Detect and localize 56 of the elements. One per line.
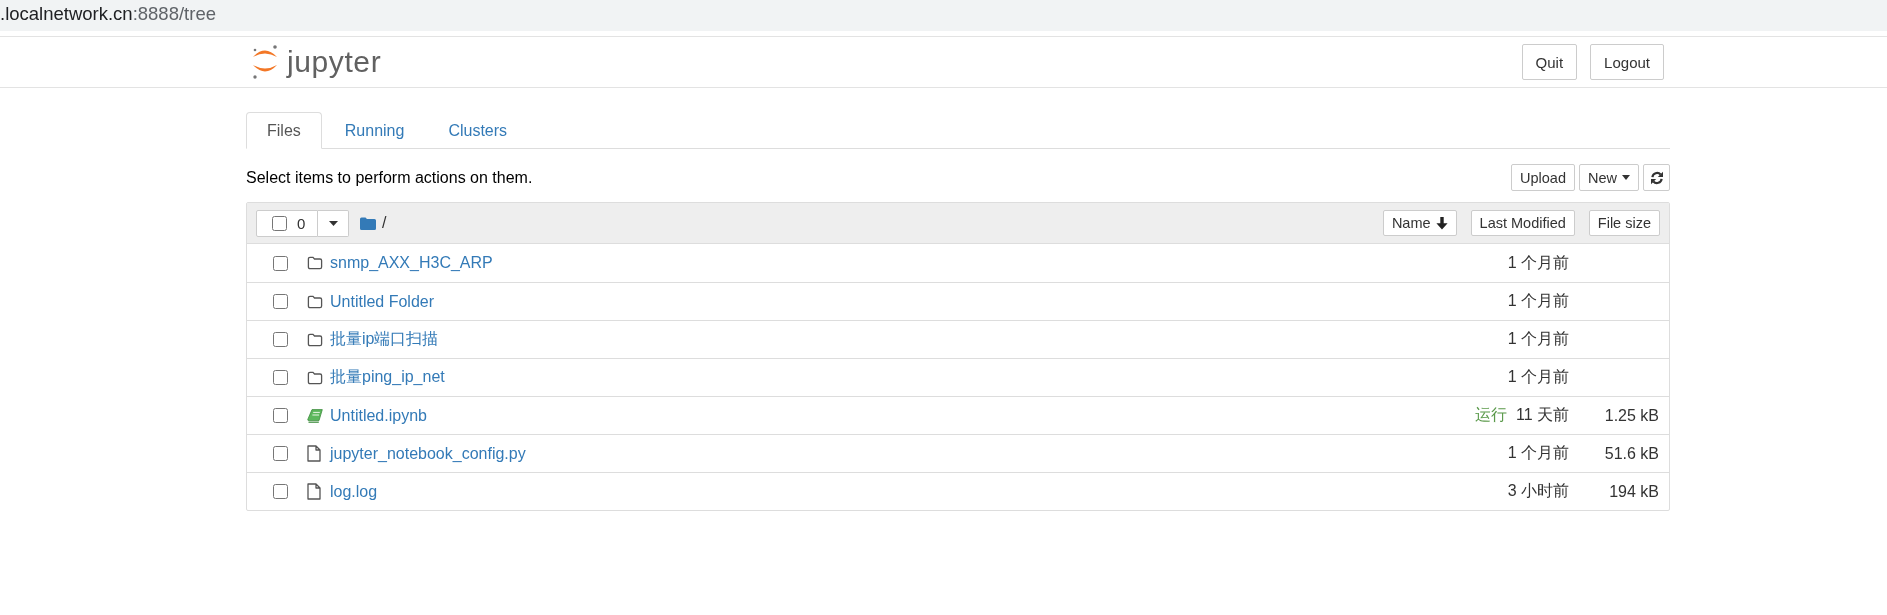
refresh-icon: [1649, 170, 1664, 185]
size-text: 1.25 kB: [1604, 406, 1659, 424]
hint-text: Select items to perform actions on them.: [246, 168, 533, 187]
tab[interactable]: Clusters: [427, 112, 529, 149]
quit-button[interactable]: Quit: [1521, 44, 1578, 80]
caret-icon: [1622, 175, 1630, 180]
checkbox[interactable]: [273, 370, 288, 385]
checkbox[interactable]: [272, 215, 287, 231]
path-text: /: [382, 214, 387, 232]
sort-button[interactable]: File size: [1588, 210, 1660, 236]
checkbox[interactable]: [273, 255, 288, 271]
folder-icon: [307, 370, 323, 385]
modified-text: 1 个月前: [1507, 443, 1569, 463]
modified-text: 1 个月前: [1507, 329, 1569, 349]
file-link[interactable]: 批量ping_ip_net: [330, 367, 445, 388]
modified-text: 1 个月前: [1507, 252, 1569, 273]
checkbox[interactable]: [273, 294, 288, 309]
checkbox[interactable]: [273, 332, 288, 347]
logout-button[interactable]: Logout: [1590, 44, 1664, 80]
address-field[interactable]: .localnetwork.cn:8888/tree: [0, 0, 1887, 31]
sort-button[interactable]: Last Modified: [1470, 210, 1575, 236]
file-icon: [307, 445, 321, 462]
file-link[interactable]: Untitled.ipynb: [330, 406, 427, 425]
file-icon: [307, 483, 321, 500]
select-all-button[interactable]: 0: [256, 209, 318, 237]
tab[interactable]: Running: [323, 112, 426, 149]
file-link[interactable]: jupyter_notebook_config.py: [330, 444, 526, 463]
file-link[interactable]: snmp_AXX_H3C_ARP: [330, 254, 493, 272]
caret-icon: [328, 220, 338, 226]
upload-button[interactable]: Upload: [1511, 164, 1575, 191]
logo-text: jupyter: [287, 45, 382, 79]
file-link[interactable]: 批量ip端口扫描: [330, 329, 439, 350]
folder-icon: [307, 332, 323, 347]
refresh-button[interactable]: [1643, 164, 1670, 191]
file-link[interactable]: log.log: [330, 482, 378, 501]
modified-text: 11 天前: [1515, 405, 1569, 425]
folder-icon: [307, 256, 323, 270]
new-button[interactable]: New: [1579, 164, 1639, 191]
checkbox[interactable]: [273, 484, 288, 499]
file-link[interactable]: Untitled Folder: [330, 292, 435, 311]
arrow-down-icon: [1435, 216, 1448, 230]
size-text: 51.6 kB: [1604, 444, 1659, 462]
checkbox[interactable]: [273, 446, 288, 461]
folder-icon[interactable]: [360, 216, 376, 230]
checkbox[interactable]: [273, 408, 288, 423]
sort-button[interactable]: Name: [1382, 210, 1457, 236]
size-text: 194 kB: [1609, 482, 1659, 500]
modified-text: 3 小时前: [1507, 481, 1569, 501]
modified-text: 1 个月前: [1507, 291, 1569, 311]
modified-text: 1 个月前: [1507, 367, 1569, 387]
tab[interactable]: Files: [246, 112, 322, 149]
notebook-icon: [307, 408, 323, 423]
logo-icon: [252, 45, 278, 79]
status-text: 运行: [1474, 405, 1507, 425]
folder-icon: [307, 294, 323, 309]
dropdown-button[interactable]: [318, 209, 349, 237]
